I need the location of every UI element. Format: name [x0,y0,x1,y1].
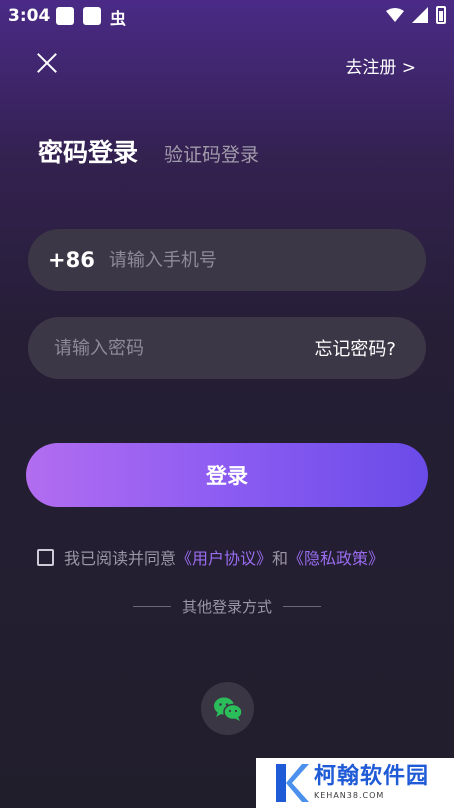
agreement-checkbox[interactable] [37,548,54,566]
status-bar: 3:04 虫 [0,0,454,32]
watermark-domain: KEHAN38.COM [314,791,385,800]
watermark: 柯翰软件园 KEHAN38.COM [256,758,454,808]
watermark-text: 柯翰软件园 KEHAN38.COM [314,766,429,800]
phone-field: +86 [28,229,426,291]
notification-icon [56,7,74,25]
password-input[interactable] [54,337,315,359]
password-field: 忘记密码? [28,317,426,379]
agreement-row: 我已阅读并同意 《用户协议》 和 《隐私政策》 [37,545,384,569]
other-login-divider: 其他登录方式 [0,596,454,617]
wifi-icon [386,8,404,22]
other-login-label: 其他登录方式 [181,598,272,616]
login-tabs: 密码登录 验证码登录 [38,133,259,169]
phone-input[interactable] [108,249,426,271]
status-time: 3:04 [8,6,51,26]
login-button[interactable]: 登录 [26,443,428,507]
agreement-prefix: 我已阅读并同意 [64,549,177,568]
wechat-icon [213,697,243,721]
privacy-policy-link[interactable]: 《隐私政策》 [288,545,384,569]
watermark-logo [276,764,309,802]
watermark-title: 柯翰软件园 [314,764,430,789]
tab-password-login[interactable]: 密码登录 [38,133,138,169]
close-icon[interactable] [36,52,58,74]
forgot-password-link[interactable]: 忘记密码? [314,335,396,361]
divider-line [283,606,321,607]
register-link[interactable]: 去注册 > [345,53,416,78]
signal-icon [412,7,428,23]
user-agreement-link[interactable]: 《用户协议》 [176,545,272,569]
wechat-login-button[interactable] [201,682,254,735]
status-icons [386,6,446,24]
agreement-and: 和 [272,549,289,568]
divider-line [132,606,171,607]
country-code[interactable]: +86 [48,248,95,272]
bug-icon: 虫 [110,9,127,28]
tab-sms-login[interactable]: 验证码登录 [164,140,259,167]
notification-icon [83,7,101,25]
battery-icon [436,6,446,24]
